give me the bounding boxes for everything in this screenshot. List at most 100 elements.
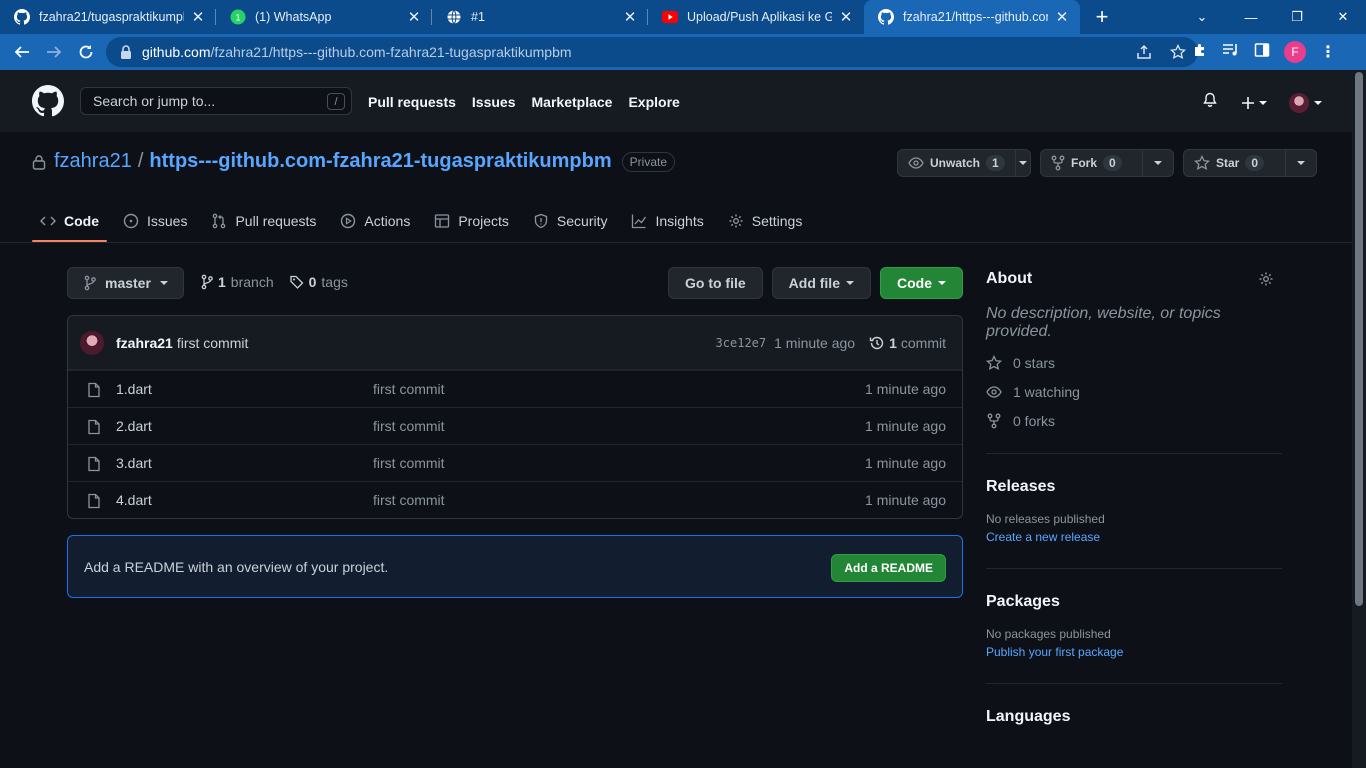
bookmark-star-icon[interactable]	[1169, 43, 1187, 63]
branch-selector[interactable]: master	[67, 267, 184, 299]
browser-tab[interactable]: fzahra21/tugaspraktikumpbm ✕	[0, 0, 216, 34]
browser-tab-bar: fzahra21/tugaspraktikumpbm ✕ 1 (1) Whats…	[0, 0, 1366, 34]
close-icon[interactable]: ✕	[1054, 9, 1070, 26]
tab-code[interactable]: Code	[32, 200, 107, 242]
new-tab-button[interactable]: +	[1080, 0, 1124, 34]
file-name-link[interactable]: 3.dart	[116, 455, 152, 471]
profile-avatar[interactable]: F	[1284, 41, 1306, 63]
github-logo-icon[interactable]	[32, 85, 65, 117]
fork-dropdown[interactable]	[1143, 150, 1173, 176]
go-to-file-button[interactable]: Go to file	[667, 267, 763, 299]
chevron-down-icon	[1154, 161, 1162, 165]
fork-label: Fork	[1071, 156, 1098, 170]
create-release-link[interactable]: Create a new release	[986, 530, 1282, 544]
tab-label: Projects	[458, 213, 509, 229]
menu-kebab-icon[interactable]: ⋮	[1320, 42, 1336, 62]
tab-pull-requests[interactable]: Pull requests	[203, 200, 324, 242]
latest-commit: fzahra21 first commit 3ce12e7 1 minute a…	[68, 316, 962, 370]
tab-label: Issues	[147, 213, 188, 229]
media-icon[interactable]	[1222, 42, 1240, 63]
watch-dropdown[interactable]	[1016, 150, 1030, 176]
create-new-icon[interactable]	[1240, 95, 1267, 111]
star-dropdown[interactable]	[1286, 150, 1316, 176]
search-input[interactable]: Search or jump to... /	[80, 87, 352, 115]
eye-icon	[908, 155, 924, 171]
file-commit-message[interactable]: first commit	[373, 492, 445, 508]
reload-icon[interactable]	[70, 36, 102, 68]
browser-tab[interactable]: #1 ✕	[432, 0, 648, 34]
about-description: No description, website, or topics provi…	[986, 305, 1221, 340]
publish-package-link[interactable]: Publish your first package	[986, 645, 1282, 659]
file-commit-message[interactable]: first commit	[373, 381, 445, 397]
file-row: 3.dart first commit 1 minute ago	[68, 444, 962, 481]
unwatch-label: Unwatch	[930, 156, 981, 170]
stars-link[interactable]: 0 stars	[986, 355, 1282, 371]
tab-issues[interactable]: Issues	[115, 200, 195, 242]
tab-search-icon[interactable]: ⌄	[1182, 0, 1222, 34]
tab-security[interactable]: Security	[525, 200, 616, 242]
tab-settings[interactable]: Settings	[720, 200, 811, 242]
restore-icon[interactable]: ❐	[1274, 0, 1320, 34]
commit-author[interactable]: fzahra21	[116, 335, 173, 351]
close-icon[interactable]: ✕	[838, 9, 854, 26]
commit-sha[interactable]: 3ce12e7	[716, 336, 767, 350]
watch-button-group: Unwatch 1	[897, 149, 1031, 177]
add-readme-button[interactable]: Add a README	[831, 554, 946, 582]
page-scrollbar[interactable]	[1352, 70, 1366, 768]
browser-tab[interactable]: Upload/Push Aplikasi ke Github ✕	[648, 0, 864, 34]
puzzle-icon[interactable]	[1192, 42, 1208, 63]
nav-issues[interactable]: Issues	[472, 94, 516, 110]
window-close-icon[interactable]: ✕	[1320, 0, 1366, 34]
add-file-button[interactable]: Add file	[771, 267, 871, 299]
url-input[interactable]: github.com/fzahra21/https---github.com-f…	[106, 37, 1198, 67]
forks-link[interactable]: 0 forks	[986, 413, 1282, 429]
scrollbar-thumb[interactable]	[1355, 72, 1363, 606]
star-button[interactable]: Star 0	[1184, 150, 1286, 176]
nav-marketplace[interactable]: Marketplace	[532, 94, 613, 110]
tab-projects[interactable]: Projects	[426, 200, 517, 242]
repo-owner-link[interactable]: fzahra21	[54, 150, 132, 173]
code-button[interactable]: Code	[880, 267, 963, 299]
browser-tab[interactable]: 1 (1) WhatsApp ✕	[216, 0, 432, 34]
close-icon[interactable]: ✕	[622, 9, 638, 26]
commit-history-link[interactable]: 1 commit	[869, 335, 946, 351]
file-name-link[interactable]: 2.dart	[116, 418, 152, 434]
file-commit-message[interactable]: first commit	[373, 418, 445, 434]
file-name-link[interactable]: 1.dart	[116, 381, 152, 397]
close-icon[interactable]: ✕	[190, 9, 206, 26]
tags-link[interactable]: 0 tags	[289, 274, 348, 290]
avatar[interactable]	[80, 330, 104, 355]
file-commit-age: 1 minute ago	[865, 418, 946, 434]
repo-name-link[interactable]: https---github.com-fzahra21-tugaspraktik…	[149, 150, 611, 173]
file-commit-message[interactable]: first commit	[373, 455, 445, 471]
tab-actions[interactable]: Actions	[332, 200, 418, 242]
user-menu[interactable]	[1289, 92, 1322, 113]
commit-age: 1 minute ago	[774, 335, 856, 351]
branches-link[interactable]: 1 branch	[201, 274, 274, 290]
packages-heading[interactable]: Packages	[986, 593, 1282, 611]
file-name-link[interactable]: 4.dart	[116, 492, 152, 508]
tab-label: Pull requests	[235, 213, 317, 229]
releases-heading[interactable]: Releases	[986, 478, 1282, 496]
browser-tab-active[interactable]: fzahra21/https---github.com ✕	[864, 0, 1080, 34]
side-panel-icon[interactable]	[1254, 42, 1270, 63]
unwatch-button[interactable]: Unwatch 1	[898, 150, 1016, 176]
fork-button[interactable]: Fork 0	[1041, 150, 1143, 176]
tag-icon	[289, 275, 304, 289]
repo-title: fzahra21 / https---github.com-fzahra21-t…	[32, 150, 676, 173]
tab-insights[interactable]: Insights	[623, 200, 711, 242]
commit-message[interactable]: first commit	[177, 335, 249, 351]
back-icon[interactable]	[6, 36, 38, 68]
watching-link[interactable]: 1 watching	[986, 384, 1282, 400]
close-icon[interactable]: ✕	[406, 9, 422, 26]
search-shortcut-key: /	[327, 93, 345, 110]
readme-prompt-text: Add a README with an overview of your pr…	[84, 558, 389, 575]
minimize-icon[interactable]: —	[1228, 0, 1274, 34]
tab-title: Upload/Push Aplikasi ke Github	[687, 10, 832, 24]
forward-icon[interactable]	[38, 36, 70, 68]
nav-pull-requests[interactable]: Pull requests	[368, 94, 456, 110]
nav-explore[interactable]: Explore	[628, 94, 679, 110]
gear-icon[interactable]	[1258, 271, 1274, 287]
bell-icon[interactable]	[1202, 92, 1218, 113]
share-icon[interactable]	[1136, 44, 1152, 63]
